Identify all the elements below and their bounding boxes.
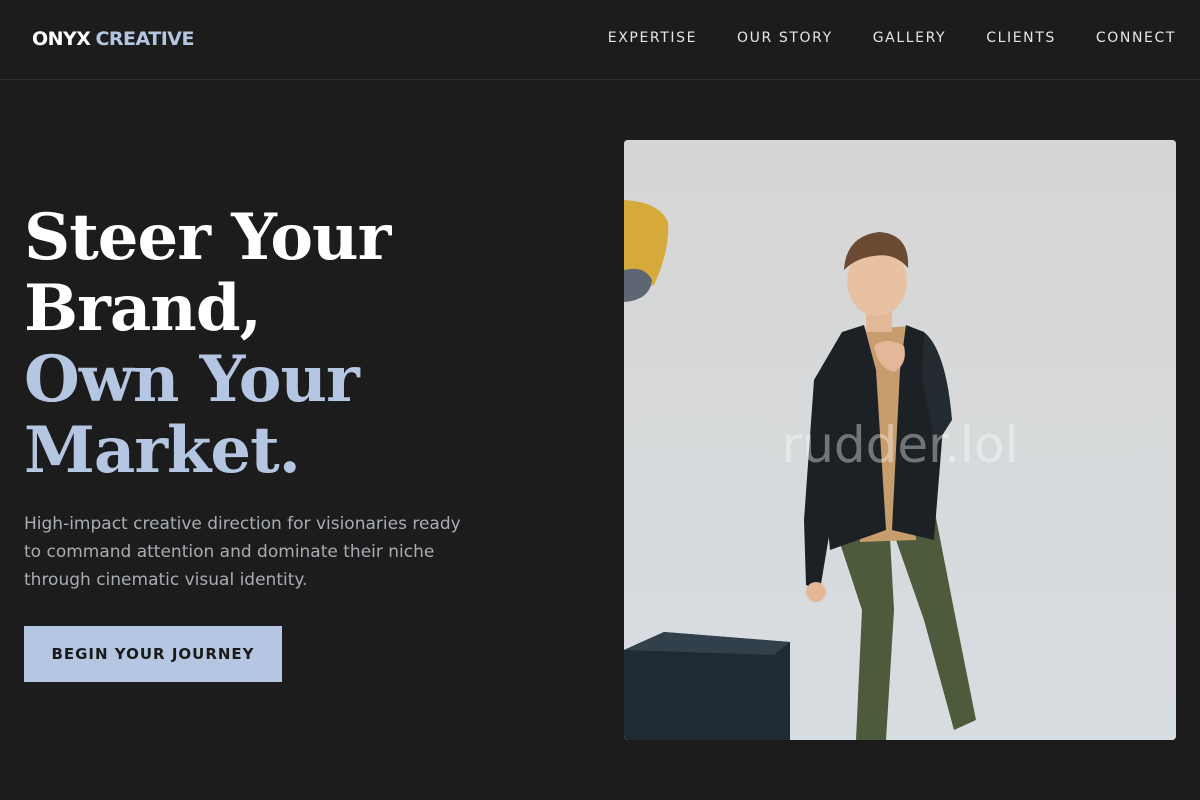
logo[interactable]: ONYX CREATIVE	[32, 28, 194, 50]
nav-link-gallery[interactable]: GALLERY	[873, 30, 946, 46]
hero-image: rudder.lol	[624, 140, 1176, 740]
hero-subtext: High-impact creative direction for visio…	[24, 514, 461, 590]
begin-journey-button[interactable]: BEGIN YOUR JOURNEY	[24, 626, 282, 682]
nav-link-our-story[interactable]: OUR STORY	[737, 30, 833, 46]
site-header: ONYX CREATIVE EXPERTISE OUR STORY GALLERY…	[0, 0, 1200, 80]
headline-line-2: Brand,	[24, 271, 262, 346]
headline-line-1: Steer Your	[24, 200, 391, 275]
headline-line-3: Own Your	[24, 342, 360, 417]
logo-word-creative: CREATIVE	[95, 28, 194, 50]
headline-line-4: Market.	[24, 413, 301, 488]
hero-headline: Steer Your Brand, Own Your Market.	[24, 200, 391, 488]
image-watermark: rudder.lol	[781, 416, 1019, 474]
nav-link-expertise[interactable]: EXPERTISE	[608, 30, 697, 46]
logo-word-onyx: ONYX	[32, 28, 91, 50]
main-nav: EXPERTISE OUR STORY GALLERY CLIENTS CONN…	[608, 30, 1176, 46]
nav-link-connect[interactable]: CONNECT	[1096, 30, 1176, 46]
nav-link-clients[interactable]: CLIENTS	[986, 30, 1056, 46]
